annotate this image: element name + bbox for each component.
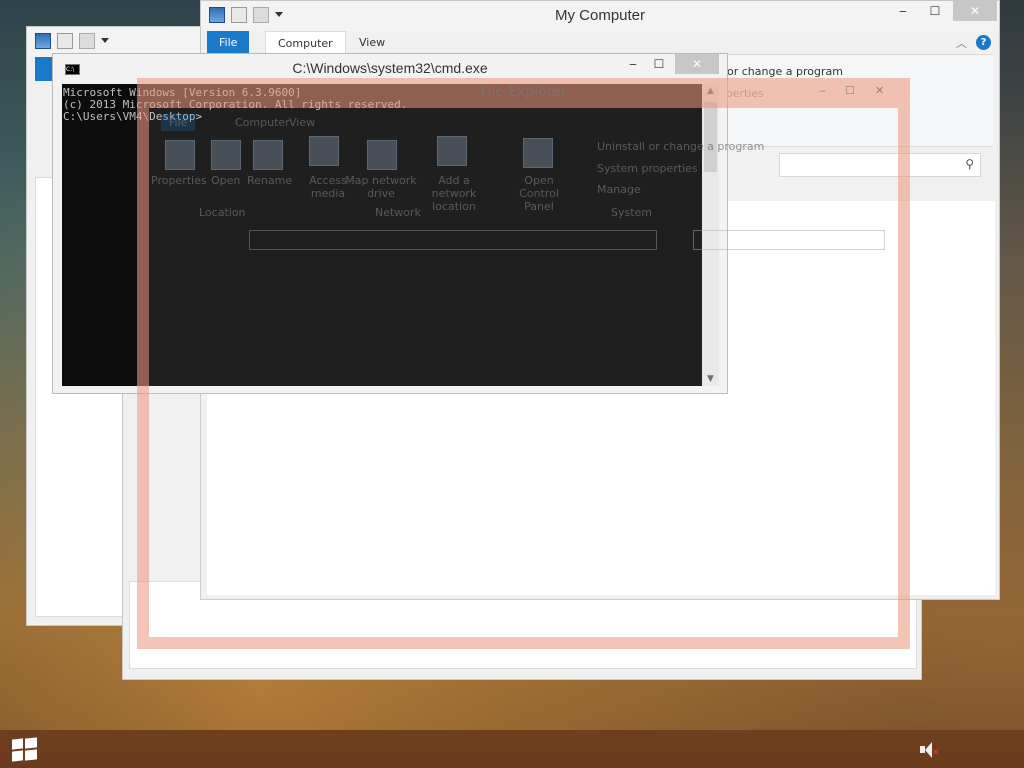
tab-file: File [161, 114, 196, 131]
group-location: Location [199, 206, 246, 219]
windows-logo-icon[interactable] [12, 737, 38, 762]
tab-view: View [289, 116, 316, 129]
open-control-panel-label: Open Control Panel [519, 174, 559, 213]
tab-file[interactable]: File [207, 31, 250, 55]
group-network: Network [375, 206, 421, 219]
search-icon: ⚲ [965, 157, 974, 171]
system-item-uninstall: Uninstall or change a program [597, 140, 765, 153]
file-tab-edge[interactable] [35, 57, 53, 81]
folder-icon[interactable] [79, 33, 95, 49]
rename-icon [253, 140, 283, 170]
window-title: My Computer [554, 7, 646, 24]
system-item-properties: System properties [597, 162, 698, 175]
maximize-button[interactable]: ☐ [913, 1, 957, 21]
chevron-up-icon[interactable]: ︿ [956, 35, 967, 51]
ghost-minimize: ‒ [819, 84, 826, 97]
tab-computer: Computer [235, 116, 290, 129]
help-icon[interactable]: ? [976, 35, 991, 50]
document-icon[interactable] [57, 33, 73, 49]
map-network-drive-icon [367, 140, 397, 170]
close-button[interactable]: ✕ [675, 54, 719, 74]
computer-icon[interactable] [35, 33, 51, 49]
group-system: System [611, 206, 653, 219]
window-file-explorer-ghost: File Explorer ‒ ☐ ✕ File Computer View P… [137, 78, 910, 649]
properties-label: Properties [151, 174, 207, 187]
titlebar[interactable]: My Computer ‒ ☐ ✕ [201, 1, 999, 31]
ghost-close: ✕ [875, 84, 885, 97]
tab-computer[interactable]: Computer [265, 31, 346, 55]
add-network-location-label: Add a network location [431, 174, 477, 213]
rename-label: Rename [247, 174, 293, 187]
map-network-drive-label: Map network drive [345, 174, 417, 200]
address-bar [249, 230, 657, 250]
ghost-maximize: ☐ [845, 84, 855, 97]
quick-access-toolbar [35, 33, 109, 49]
properties-icon [165, 140, 195, 170]
add-network-location-icon [437, 136, 467, 166]
ribbon-tabs: File Computer View ︿ ? [207, 31, 993, 55]
control-panel-icon [523, 138, 553, 168]
close-button[interactable]: ✕ [953, 1, 997, 21]
volume-muted-icon[interactable]: ✕ [920, 742, 940, 758]
caret-icon[interactable] [101, 38, 109, 44]
uninstall-program-link[interactable]: or change a program [727, 65, 843, 78]
open-label: Open [211, 174, 241, 187]
search-box [693, 230, 885, 250]
system-item-manage: Manage [597, 183, 641, 196]
open-icon [211, 140, 241, 170]
taskbar: ✕ [0, 730, 1024, 768]
window-title: File Explorer [480, 84, 567, 100]
tab-view[interactable]: View [347, 31, 397, 55]
access-media-icon [309, 136, 339, 166]
